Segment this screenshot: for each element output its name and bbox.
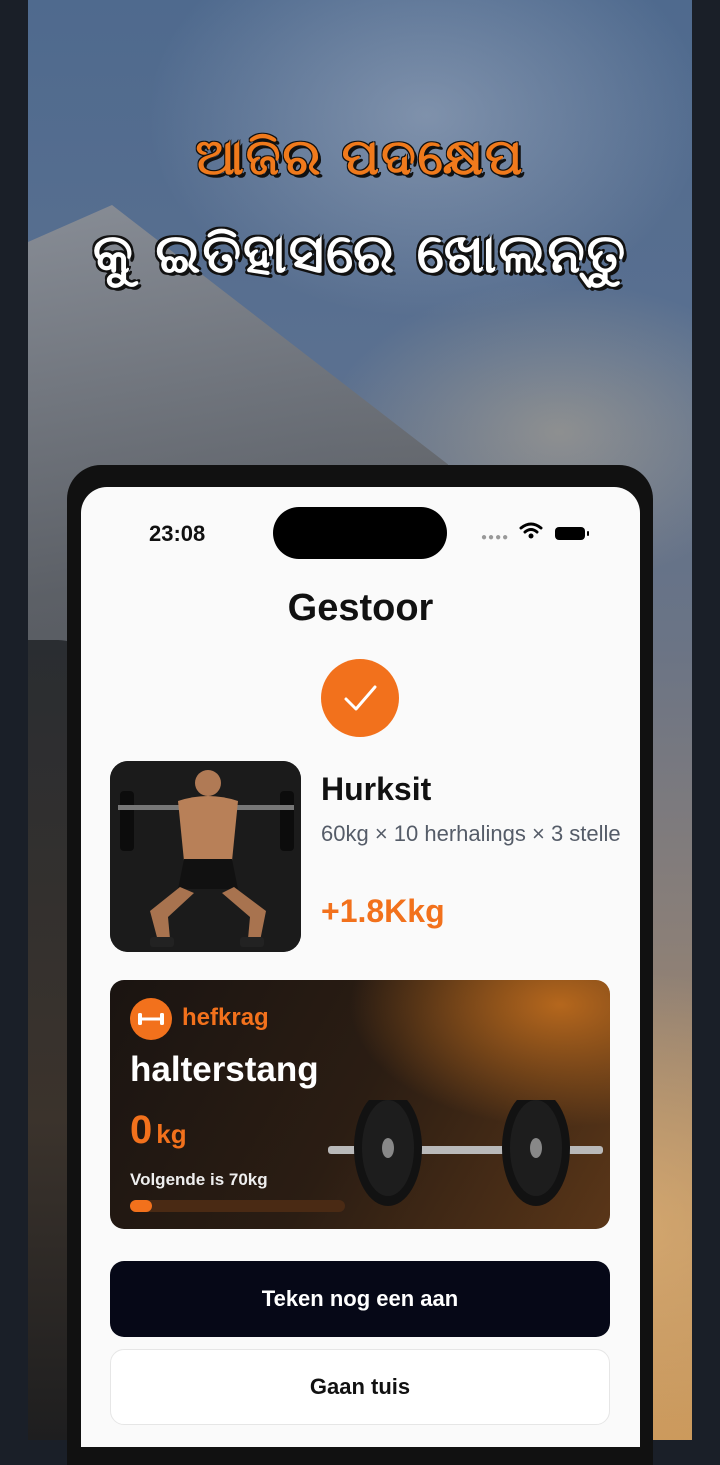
promo-headline-line2: କୁ ଇତିହାସରେ ଖୋଲନ୍ତୁ xyxy=(92,222,628,285)
card-equipment-name: halterstang xyxy=(130,1050,319,1089)
status-time: 23:08 xyxy=(149,521,206,546)
go-home-button[interactable]: Gaan tuis xyxy=(110,1349,610,1425)
battery-icon xyxy=(555,527,589,540)
strength-card[interactable]: hefkrag halterstang 0 kg Volgende is 70kg xyxy=(110,980,610,1229)
dynamic-island xyxy=(273,507,447,559)
weight-value: 0 xyxy=(130,1108,153,1152)
phone-screen: 23:08 ●●●● Gestoor Hurksit 60kg × 10 her… xyxy=(81,487,640,1447)
exercise-gain: +1.8Kkg xyxy=(321,893,445,929)
checkmark-icon xyxy=(321,659,399,737)
exercise-image xyxy=(110,761,301,952)
signal-dots-icon: ●●●● xyxy=(481,532,510,543)
next-goal-label: Volgende is 70kg xyxy=(130,1170,268,1189)
progress-fill xyxy=(130,1200,152,1212)
card-tag: hefkrag xyxy=(182,1004,269,1031)
page-title: Gestoor xyxy=(287,587,434,629)
squat-photo xyxy=(110,761,301,952)
exercise-name: Hurksit xyxy=(321,771,432,807)
wifi-icon xyxy=(519,522,543,539)
weight-unit: kg xyxy=(156,1119,187,1149)
dumbbell-icon xyxy=(130,998,172,1040)
progress-bar xyxy=(130,1200,345,1212)
promo-headline-line1: ଆଜିର ପଦକ୍ଷେପ xyxy=(195,128,525,186)
card-weight: 0 kg xyxy=(130,1108,187,1153)
log-another-button[interactable]: Teken nog een aan xyxy=(110,1261,610,1337)
status-icons: ●●●● xyxy=(481,522,593,543)
barbell-image xyxy=(328,1100,603,1206)
exercise-detail: 60kg × 10 herhalings × 3 stelle xyxy=(321,821,621,846)
